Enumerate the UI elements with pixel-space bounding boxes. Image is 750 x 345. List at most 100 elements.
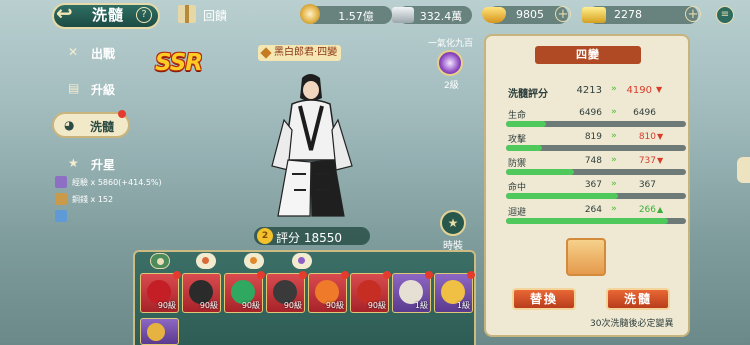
blue-scroll-icon (55, 210, 67, 222)
score-icon: 2 (257, 228, 273, 244)
stat-bar-accuracy (506, 193, 686, 199)
help-icon[interactable]: ? (136, 7, 152, 23)
refine-button[interactable]: 洗髓 (606, 288, 670, 310)
stat-bar-fill (506, 193, 618, 199)
copper-value: x 152 (90, 195, 114, 204)
add-gold-bar-button[interactable]: + (685, 6, 701, 22)
silver-ingot-icon (392, 7, 414, 23)
copper-row: 銅錢 x 152 (52, 193, 132, 207)
back-arrow-icon[interactable]: ↩ (56, 3, 84, 23)
skill-level: 2級 (444, 81, 459, 91)
page-title: 洗髓 (92, 6, 125, 24)
chevron-right-icon: » (611, 155, 617, 165)
hero-name: 黑白郎君·四變 (258, 45, 342, 61)
orb-icon (298, 257, 305, 264)
gold-ingot-value: 9805 (516, 8, 544, 21)
gold-bar-icon (582, 7, 606, 23)
copper-label: 銅錢 (72, 195, 88, 204)
pet-filter-ball-tab[interactable] (292, 253, 312, 269)
chevron-right-icon: » (611, 84, 617, 94)
stat-label-hp: 生命 (508, 111, 527, 121)
eval-label: 洗髓評分 (508, 89, 548, 100)
notification-dot (299, 271, 307, 279)
stat-bar-fill (506, 145, 542, 151)
notification-dot (467, 271, 475, 279)
gift-label[interactable]: 回饋 (203, 7, 227, 24)
pet-slot[interactable] (140, 318, 179, 345)
pet-slot[interactable]: 90級 (182, 273, 221, 313)
gift-icon[interactable] (178, 5, 196, 23)
star-icon: ★ (68, 156, 79, 170)
crossed-swords-icon: ✕ (68, 45, 79, 59)
sidebar-item-label: 洗髓 (90, 120, 115, 134)
add-gold-ingot-button[interactable]: + (555, 6, 571, 22)
up-arrow-icon: ▲ (657, 205, 664, 214)
stat-old-accuracy: 367 (584, 180, 602, 190)
down-arrow-icon: ▼ (657, 156, 664, 165)
side-handle[interactable] (737, 157, 750, 183)
eval-old: 4213 (576, 85, 602, 96)
exp-value: x 5860(+414.5%) (90, 178, 162, 187)
notification-dot (257, 271, 265, 279)
exp-book-icon (55, 176, 67, 188)
grid-icon (157, 258, 164, 265)
pet-slot[interactable]: 90級 (308, 271, 349, 313)
exp-row: 經驗 x 5860(+414.5%) (52, 176, 172, 190)
copper-coin-icon (55, 193, 67, 205)
chevron-right-icon: » (611, 204, 617, 214)
stat-new-hp: 6496 (633, 108, 656, 118)
pet-slot[interactable]: 1級 (392, 271, 433, 313)
notification-dot (173, 271, 181, 279)
stat-new-defense: 737 (638, 156, 656, 166)
stat-bar-hp (506, 121, 686, 127)
score-label: 評分 (276, 231, 301, 245)
stat-bar-fill (506, 121, 546, 127)
pet-slot[interactable]: 90級 (140, 271, 181, 313)
pet-slot[interactable]: 90級 (266, 271, 307, 313)
partial-pet-icon (147, 323, 165, 341)
pet-filter-paw2-tab[interactable] (244, 253, 264, 269)
hero-figure (271, 74, 353, 217)
panel-title: 四變 (535, 46, 641, 64)
pet-slot[interactable]: 90級 (224, 271, 265, 313)
pet-level: 1級 (414, 301, 428, 310)
skill-title: 一氣化九百 (428, 39, 474, 49)
pet-slot[interactable]: 1級 (434, 271, 475, 313)
scroll-icon: ▤ (68, 81, 80, 95)
pet-filter-all-tab[interactable] (150, 253, 170, 269)
sidebar-item-deploy[interactable]: ✕ 出戰 (58, 40, 128, 66)
sidebar-item-label: 升星 (91, 158, 116, 172)
stat-old-defense: 748 (584, 156, 602, 166)
sidebar-item-levelup[interactable]: ▤ 升級 (58, 76, 128, 102)
down-arrow-icon: ▼ (656, 85, 663, 94)
pet-level: 90級 (199, 301, 218, 310)
notification-dot (425, 271, 433, 279)
stat-new-evasion: 266 (638, 205, 656, 215)
pet-slot[interactable]: 90級 (350, 271, 391, 313)
sidebar-item-starup[interactable]: ★ 升星 (58, 151, 128, 177)
stat-old-hp: 6496 (579, 108, 602, 118)
exp-label: 經驗 (72, 178, 88, 187)
stat-bar-defense (506, 169, 686, 175)
costume-icon[interactable]: ★ (440, 210, 466, 236)
stat-bar-fill (506, 169, 575, 175)
yin-yang-skill-icon[interactable] (437, 50, 463, 76)
stat-bar-fill (506, 218, 668, 224)
rarity-badge: SSR (155, 50, 203, 76)
stat-label-accuracy: 命中 (508, 183, 527, 193)
stat-label-evasion: 迴避 (508, 208, 527, 218)
refine-stone-icon[interactable] (566, 238, 606, 276)
stat-new-attack: 810 (638, 132, 656, 142)
gold-ingot-icon (482, 7, 506, 23)
paw-icon (202, 257, 209, 264)
coin-icon (300, 4, 320, 24)
pet-filter-paw-tab[interactable] (196, 253, 216, 269)
third-resource-row (52, 210, 112, 224)
replace-button[interactable]: 替換 (512, 288, 576, 310)
paw-icon (250, 257, 257, 264)
menu-icon[interactable]: ≡ (716, 6, 734, 24)
stat-bar-evasion (506, 218, 686, 224)
chevron-right-icon: » (611, 179, 617, 189)
chevron-right-icon: » (611, 107, 617, 117)
down-arrow-icon: ▼ (657, 132, 664, 141)
